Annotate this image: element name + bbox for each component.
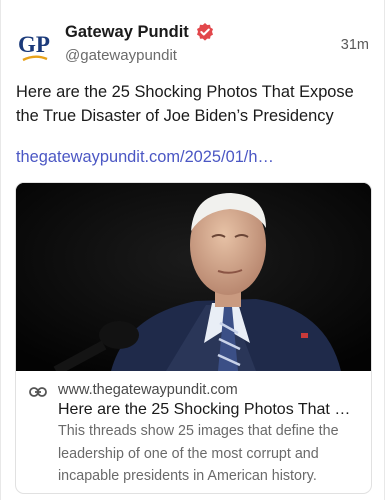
author-display-name[interactable]: Gateway Pundit bbox=[65, 22, 215, 42]
card-title[interactable]: Here are the 25 Shocking Photos That Exp… bbox=[58, 401, 356, 419]
author-handle[interactable]: @gatewaypundit bbox=[65, 47, 177, 64]
link-preview-image[interactable] bbox=[16, 183, 371, 371]
verified-badge-icon bbox=[195, 22, 215, 42]
gateway-pundit-logo-icon: GP bbox=[18, 32, 50, 62]
svg-text:GP: GP bbox=[18, 32, 50, 57]
link-icon bbox=[29, 385, 47, 397]
author-name-text: Gateway Pundit bbox=[65, 22, 189, 41]
post-link[interactable]: thegatewaypundit.com/2025/01/h… bbox=[16, 148, 274, 167]
card-domain[interactable]: www.thegatewaypundit.com bbox=[58, 382, 238, 398]
card-description: This threads show 25 images that define … bbox=[58, 423, 339, 484]
post-card[interactable]: GP Gateway Pundit @gatewaypundit 31m Her… bbox=[0, 0, 385, 500]
avatar[interactable]: GP bbox=[15, 28, 55, 68]
post-timestamp[interactable]: 31m bbox=[341, 37, 369, 53]
post-body-text: Here are the 25 Shocking Photos That Exp… bbox=[16, 83, 354, 125]
